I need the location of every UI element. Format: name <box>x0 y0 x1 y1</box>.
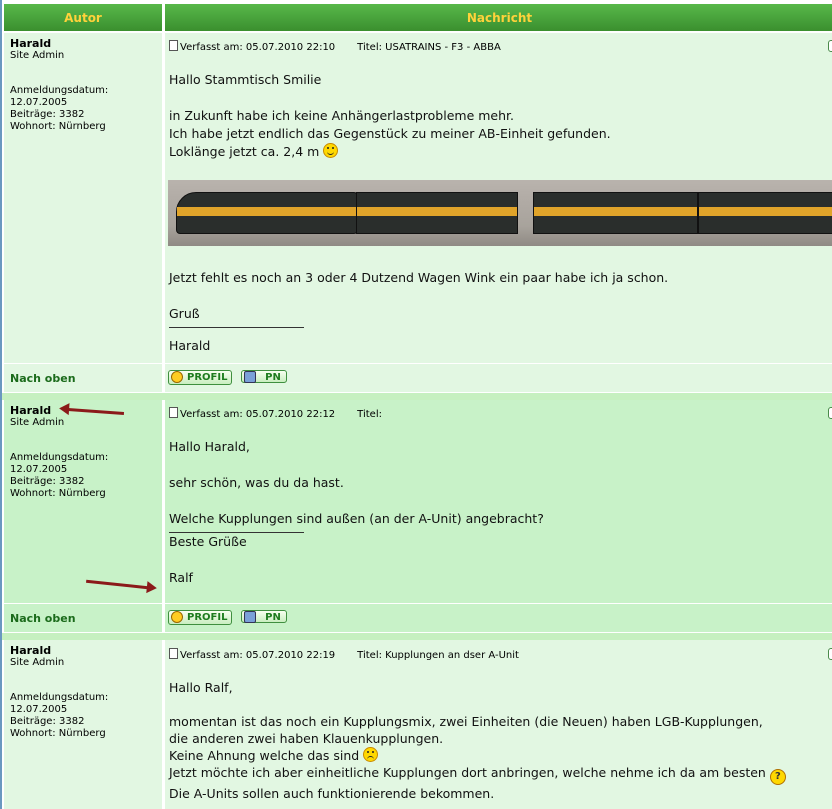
signature: Ralf <box>169 570 193 585</box>
profile-button[interactable]: PROFIL <box>168 370 233 385</box>
post-icon[interactable] <box>169 40 178 51</box>
author-info: Anmeldungsdatum: 12.07.2005 Beiträge: 33… <box>10 692 109 739</box>
post-body: Hallo Ralf, momentan ist das noch ein Ku… <box>169 679 786 802</box>
post-title: Titel: Kupplungen an dser A-Unit <box>357 650 519 661</box>
body-line: in Zukunft habe ich keine Anhängerlastpr… <box>169 108 515 123</box>
post-meta: Verfasst am: 05.07.2010 22:10 Titel: USAT… <box>169 40 501 53</box>
locomotive-unit <box>698 192 832 234</box>
post-meta: Verfasst am: 05.07.2010 22:19 Titel: Kupp… <box>169 648 519 661</box>
post-date: Verfasst am: 05.07.2010 22:10 <box>180 42 336 53</box>
pm-button[interactable]: PN <box>241 370 287 383</box>
body-line: sehr schön, was du da hast. <box>169 475 344 490</box>
body-line-text: Jetzt möchte ich aber einheitliche Kuppl… <box>169 765 766 780</box>
locomotive-unit <box>176 192 358 234</box>
pm-icon <box>244 611 256 623</box>
pm-button-label: PN <box>265 372 281 383</box>
body-line: Jetzt möchte ich aber einheitliche Kuppl… <box>169 764 786 785</box>
body-line: momentan ist das noch ein Kupplungsmix, … <box>169 714 763 729</box>
body-line: Welche Kupplungen sind außen (an der A-U… <box>169 511 544 526</box>
body-line: Keine Ahnung welche das sind <box>169 747 786 764</box>
pm-button-label: PN <box>265 612 281 623</box>
author-info: Anmeldungsdatum: 12.07.2005 Beiträge: 33… <box>10 452 109 499</box>
author-rank: Site Admin <box>10 657 65 668</box>
post-author-cell: Harald Site Admin Anmeldungsdatum: 12.07… <box>4 400 162 603</box>
body-line: die anderen zwei haben Klauenkupplungen. <box>169 731 444 746</box>
column-header-author: Autor <box>4 4 162 31</box>
post-author-cell: Harald Site Admin Anmeldungsdatum: 12.07… <box>4 33 162 363</box>
body-line: Gruß <box>169 306 200 321</box>
post-separator <box>2 392 832 400</box>
author-rank: Site Admin <box>10 50 65 61</box>
locomotive-unit <box>533 192 698 234</box>
post-date: Verfasst am: 05.07.2010 22:12 <box>180 409 336 420</box>
author-name[interactable]: Harald <box>10 37 51 50</box>
body-line: Hallo Stammtisch Smilie <box>169 72 322 87</box>
back-to-top-link[interactable]: Nach oben <box>10 372 76 385</box>
body-line: Die A-Units sollen auch funktionierende … <box>169 786 495 801</box>
author-name[interactable]: Harald <box>10 404 51 417</box>
quote-button[interactable] <box>828 648 832 660</box>
post-message-cell: Verfasst am: 05.07.2010 22:19 Titel: Kupp… <box>165 640 832 809</box>
profile-icon <box>171 371 183 383</box>
locomotive-photo[interactable] <box>168 180 832 246</box>
author-name[interactable]: Harald <box>10 644 51 657</box>
back-to-top-link[interactable]: Nach oben <box>10 612 76 625</box>
question-icon: ? <box>769 769 786 785</box>
nav-row: Nach oben <box>4 364 162 392</box>
body-line: Hallo Harald, <box>169 439 250 454</box>
post-body-continued: Jetzt fehlt es noch an 3 oder 4 Dutzend … <box>169 269 668 355</box>
author-info: Anmeldungsdatum: 12.07.2005 Beiträge: 33… <box>10 85 109 132</box>
post-message-cell: Verfasst am: 05.07.2010 22:12 Titel: Hall… <box>165 400 832 603</box>
post-icon[interactable] <box>169 648 178 659</box>
post-author-cell: Harald Site Admin Anmeldungsdatum: 12.07… <box>4 640 162 809</box>
forum-thread: Autor Nachricht Harald Site Admin Anmeld… <box>0 0 832 809</box>
author-rank: Site Admin <box>10 417 65 428</box>
body-line-text: Keine Ahnung welche das sind <box>169 748 360 763</box>
body-line: Ich habe jetzt endlich das Gegenstück zu… <box>169 126 611 141</box>
body-line-text: Loklänge jetzt ca. 2,4 m <box>169 144 320 159</box>
post-title: Titel: <box>357 409 382 420</box>
column-header-message: Nachricht <box>165 4 832 31</box>
post-body: Hallo Stammtisch Smilie in Zukunft habe … <box>169 71 611 161</box>
body-line: Loklänge jetzt ca. 2,4 m <box>169 143 611 161</box>
body-line: Hallo Ralf, <box>169 680 233 695</box>
locomotive-unit <box>356 192 518 234</box>
profile-button-label: PROFIL <box>187 372 228 383</box>
post-body: Hallo Harald, sehr schön, was du da hast… <box>169 438 544 587</box>
pm-button[interactable]: PN <box>241 610 287 623</box>
quote-button[interactable] <box>828 40 832 52</box>
post-title: Titel: USATRAINS - F3 - ABBA <box>357 42 501 53</box>
post-separator <box>2 632 832 640</box>
profile-button-label: PROFIL <box>187 612 228 623</box>
post-icon[interactable] <box>169 407 178 418</box>
post-actions: PROFIL PN <box>165 364 832 392</box>
post-actions: PROFIL PN <box>165 604 832 632</box>
profile-button[interactable]: PROFIL <box>168 610 233 625</box>
profile-icon <box>171 611 183 623</box>
post-date: Verfasst am: 05.07.2010 22:19 <box>180 650 336 661</box>
body-line: Jetzt fehlt es noch an 3 oder 4 Dutzend … <box>169 270 669 285</box>
smile-icon <box>323 143 339 158</box>
post-meta: Verfasst am: 05.07.2010 22:12 Titel: <box>169 407 382 420</box>
nav-row: Nach oben <box>4 604 162 632</box>
signature: Harald <box>169 338 211 353</box>
body-line: Beste Grüße <box>169 534 247 549</box>
sad-icon <box>363 747 379 762</box>
pm-icon <box>244 371 256 383</box>
quote-button[interactable] <box>828 407 832 419</box>
